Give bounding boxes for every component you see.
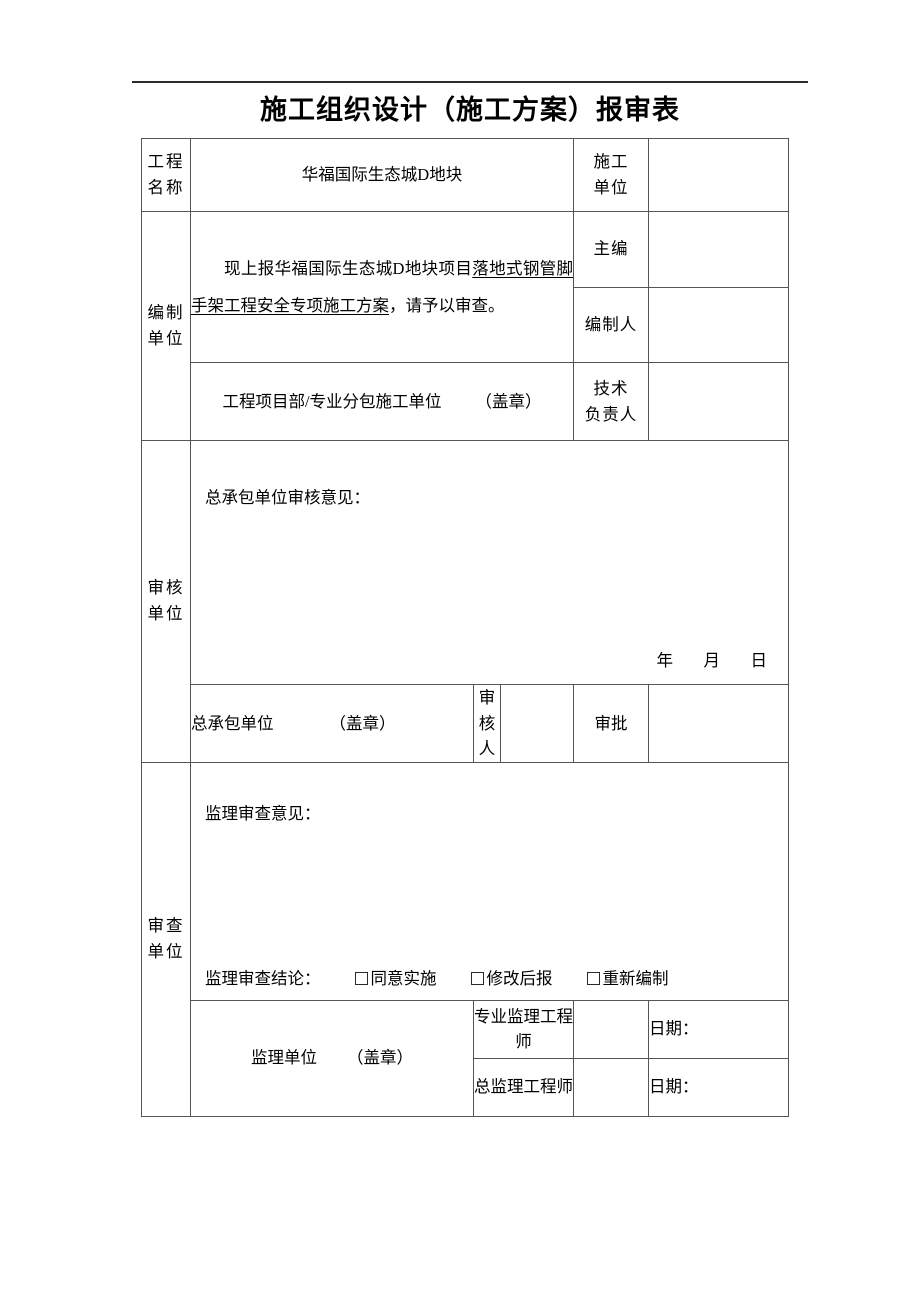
general-contractor-stamp-cell[interactable]: 总承包单位 （盖章） <box>190 684 474 763</box>
conclusion-option-rewrite[interactable]: 重新编制 <box>586 969 669 989</box>
conclusion-option-revise[interactable]: 修改后报 <box>470 969 553 989</box>
supervision-unit-label: 监理单位 <box>251 1048 317 1068</box>
table-row-project-name: 工程 名称 华福国际生态城D地块 施工 单位 <box>141 138 790 212</box>
supervision-role-chief: 总监理工程师 <box>472 1057 575 1117</box>
supervision-unit-seal-text: （盖章） <box>347 1048 413 1068</box>
preparing-unit-paragraph: 现上报华福国际生态城D地块项目落地式钢管脚手架工程安全专项施工方案，请予以审查。 <box>191 250 573 324</box>
chief-editor-value[interactable] <box>648 211 790 288</box>
construction-unit-label-line1: 施工 <box>593 152 629 171</box>
project-dept-text: 工程项目部/专业分包施工单位 <box>222 391 442 411</box>
row-label-examine-unit-line2: 单位 <box>147 942 185 962</box>
table-row-tech-leader: 工程项目部/专业分包施工单位 （盖章） 技术 负责人 <box>142 362 790 441</box>
conclusion-option-agree[interactable]: 同意实施 <box>354 969 437 989</box>
general-contractor-label: 总承包单位 <box>191 713 274 733</box>
supervision-role-professional: 专业监理工程师 <box>472 999 575 1059</box>
project-name-value[interactable]: 华福国际生态城D地块 <box>189 138 575 212</box>
approver-value[interactable] <box>648 684 790 763</box>
row-label-examine-unit: 审查 单位 <box>141 761 191 1117</box>
table-row-supervision-professional: 监理单位 （盖章） 专业监理工程师 日期： <box>142 999 790 1117</box>
reviewer-label: 审核人 <box>473 684 501 763</box>
page-title: 施工组织设计（施工方案）报审表 <box>260 95 680 125</box>
tech-leader-label: 技术 负责人 <box>573 362 650 441</box>
review-opinion-label: 总承包单位审核意见： <box>205 488 370 507</box>
checkbox-icon-agree[interactable] <box>354 972 368 986</box>
supervision-date-chief[interactable]: 日期： <box>648 1057 790 1117</box>
preparer-label: 编制人 <box>573 286 650 363</box>
chief-editor-label: 主编 <box>573 211 650 288</box>
preparer-label-text: 编制人 <box>584 314 638 334</box>
examine-conclusion-label: 监理审查结论： <box>205 969 321 989</box>
row-label-review-unit-line2: 单位 <box>147 604 185 624</box>
reviewer-value[interactable] <box>499 684 575 763</box>
preparer-value[interactable] <box>648 286 790 363</box>
paragraph-prefix: 现上报华福国际生态城D地块项目 <box>224 259 473 278</box>
project-dept-seal-text: （盖章） <box>475 391 542 411</box>
row-label-preparing-unit: 编制 单位 <box>141 211 191 441</box>
row-label-project-name-line1: 工程 <box>147 152 185 171</box>
tech-leader-value[interactable] <box>648 362 790 441</box>
general-contractor-seal-text: （盖章） <box>329 713 396 733</box>
supervision-signature-professional[interactable] <box>573 999 650 1059</box>
preparing-unit-body[interactable]: 现上报华福国际生态城D地块项目落地式钢管脚手架工程安全专项施工方案，请予以审查。 <box>189 211 575 363</box>
review-opinion-cell[interactable]: 总承包单位审核意见： 年 月 日 <box>189 440 790 685</box>
row-label-review-unit: 审核 单位 <box>141 440 191 763</box>
row-label-project-name: 工程 名称 <box>141 138 191 212</box>
tech-leader-label-line2: 负责人 <box>584 404 638 424</box>
table-row-review-signatures: 总承包单位 （盖章） 审核人 审批 <box>142 684 790 763</box>
row-label-project-name-line2: 名称 <box>147 178 185 197</box>
header-rule <box>132 81 808 83</box>
supervision-unit-stamp-cell[interactable]: 监理单位 （盖章） <box>190 999 474 1117</box>
project-dept-stamp-cell[interactable]: 工程项目部/专业分包施工单位 （盖章） <box>189 362 575 441</box>
paragraph-suffix: ，请予以审查。 <box>389 296 505 315</box>
conclusion-option-agree-label: 同意实施 <box>370 969 437 989</box>
row-label-preparing-unit-line2: 单位 <box>147 329 185 348</box>
tech-leader-label-line1: 技术 <box>593 378 629 398</box>
checkbox-icon-revise[interactable] <box>470 972 484 986</box>
supervision-date-professional[interactable]: 日期： <box>648 999 790 1059</box>
chief-editor-label-text: 主编 <box>593 239 629 259</box>
examine-conclusion-row: 监理审查结论： 同意实施 修改后报 重新编制 <box>205 966 669 992</box>
conclusion-option-revise-label: 修改后报 <box>486 969 553 989</box>
table-row-preparing-unit-body: 编制 单位 现上报华福国际生态城D地块项目落地式钢管脚手架工程安全专项施工方案，… <box>141 211 790 441</box>
examine-opinion-label: 监理审查意见： <box>205 803 321 823</box>
table-row-review-opinion: 审核 单位 总承包单位审核意见： 年 月 日 <box>141 440 790 763</box>
document-page: 施工组织设计（施工方案）报审表 工程 名称 华福国际生态城D地块 施工 单位 编… <box>0 0 920 1302</box>
checkbox-icon-rewrite[interactable] <box>586 972 600 986</box>
construction-unit-label: 施工 单位 <box>573 138 650 212</box>
row-label-review-unit-line1: 审核 <box>147 578 185 598</box>
examine-opinion-cell[interactable]: 监理审查意见： 监理审查结论： 同意实施 修改后报 重新编制 <box>189 761 790 1001</box>
table-row-examine-opinion: 审查 单位 监理审查意见： 监理审查结论： 同意实施 修改后报 重新编制 <box>141 761 790 1117</box>
construction-unit-label-line2: 单位 <box>593 178 629 197</box>
conclusion-option-rewrite-label: 重新编制 <box>602 969 669 989</box>
row-label-preparing-unit-line1: 编制 <box>147 303 185 322</box>
row-label-examine-unit-line1: 审查 <box>147 916 185 936</box>
review-date-line: 年 月 日 <box>656 651 775 671</box>
report-approval-table: 工程 名称 华福国际生态城D地块 施工 单位 编制 单位 现上报华福国际生态城D… <box>141 138 790 1117</box>
construction-unit-value[interactable] <box>648 138 790 212</box>
supervision-signature-chief[interactable] <box>573 1057 650 1117</box>
approver-label: 审批 <box>573 684 650 763</box>
